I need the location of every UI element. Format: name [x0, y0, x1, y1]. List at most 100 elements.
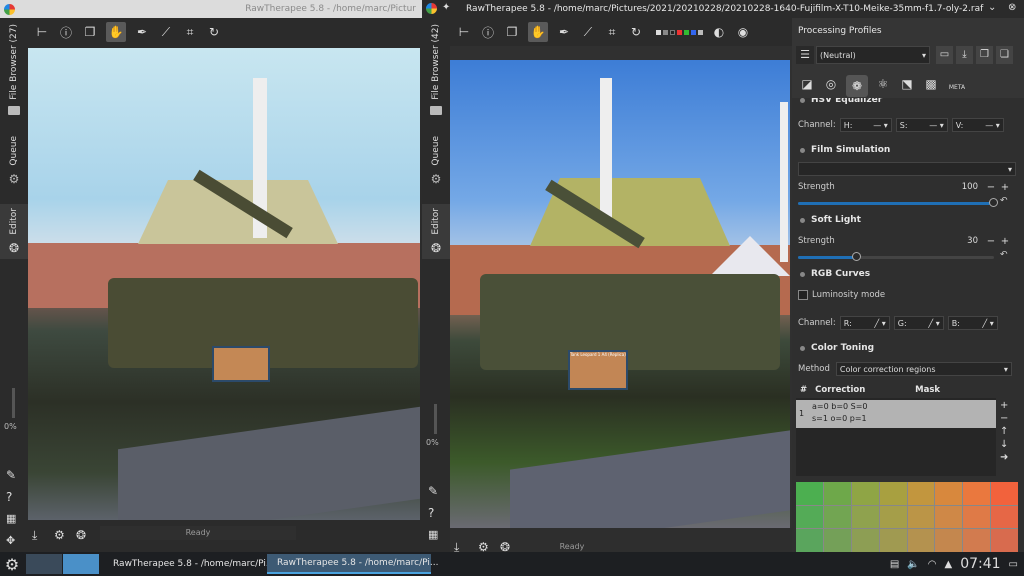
luminosity-checkbox[interactable] [798, 290, 808, 300]
grid-cell[interactable] [935, 482, 963, 505]
hide-panel-icon[interactable]: ⊢ [456, 24, 472, 40]
grid-cell[interactable] [935, 505, 963, 529]
transform-tab-icon[interactable]: ⬔ [898, 77, 916, 95]
hsv-v-curve[interactable]: V: — ▾ [951, 118, 1004, 132]
grid-cell[interactable] [851, 482, 879, 505]
clock[interactable]: 07:41 [960, 556, 1000, 572]
region-row-selected[interactable]: 1 a=0 b=0 S=0 s=1 o=0 p=1 [796, 400, 996, 428]
hsv-s-curve[interactable]: S: — ▾ [895, 118, 948, 132]
color-correction-grid[interactable] [796, 482, 1018, 552]
image-preview[interactable] [28, 48, 420, 520]
rotate-icon[interactable]: ↻ [628, 24, 644, 40]
reset-icon[interactable]: ↶ [1000, 250, 1008, 260]
grid-cell[interactable] [851, 505, 879, 529]
grid-cell[interactable] [823, 529, 851, 552]
film-simulation-header[interactable]: Film Simulation [796, 142, 890, 158]
show-desktop-icon[interactable]: ▭ [1009, 559, 1018, 570]
start-menu-icon[interactable]: ⚙ [0, 552, 24, 576]
wifi-icon[interactable]: ◠ [928, 559, 937, 570]
grid-cell[interactable] [796, 505, 823, 529]
grid-cell[interactable] [851, 529, 879, 552]
tab-editor[interactable]: Editor ❂ [422, 204, 450, 259]
hand-tool-icon[interactable]: ✋ [106, 22, 126, 42]
image-preview[interactable]: Tank Leopard 1 A4 (Replica) [450, 60, 790, 528]
profile-list-icon[interactable]: ☰ [796, 46, 814, 64]
tool-scroll-area[interactable]: HSV Equalizer Channel: H: — ▾ S: — ▾ V: — ▾… [792, 98, 1024, 552]
grid-cell[interactable] [935, 529, 963, 552]
grid-cell[interactable] [879, 482, 907, 505]
grid-cell[interactable] [823, 505, 851, 529]
before-after-icon[interactable]: ❐ [504, 24, 520, 40]
zoom-slider[interactable] [434, 404, 437, 434]
save-profile-icon[interactable]: ⤓ [956, 46, 973, 64]
grid-cell[interactable] [991, 529, 1018, 552]
move-icon[interactable]: ✥ [6, 534, 15, 547]
grid-cell[interactable] [879, 529, 907, 552]
detail-tab-icon[interactable]: ◎ [822, 77, 840, 95]
luminosity-mode-row[interactable]: Luminosity mode [798, 290, 885, 300]
tab-queue[interactable]: Queue ⚙ [0, 136, 28, 186]
before-after-icon[interactable]: ❐ [82, 24, 98, 40]
pin-icon[interactable]: ✎ [428, 484, 438, 498]
copy-region-icon[interactable]: ➜ [1000, 452, 1008, 463]
soft-light-strength-slider[interactable] [798, 252, 994, 262]
add-region-icon[interactable]: + [1000, 400, 1008, 411]
window-titlebar[interactable]: RawTherapee 5.8 - /home/marc/Pictures/20… [422, 0, 1024, 18]
taskbar-item-rawtherapee-1[interactable]: RawTherapee 5.8 - /home/marc/Pi... [103, 554, 274, 574]
grid-cell[interactable] [823, 482, 851, 505]
tab-queue[interactable]: Queue ⚙ [422, 136, 450, 186]
hsv-equalizer-header[interactable]: HSV Equalizer [796, 98, 882, 108]
meta-tab-icon[interactable]: META [946, 77, 968, 95]
straighten-icon[interactable]: ⟋ [158, 24, 174, 40]
pin-window-icon[interactable]: ✦ [442, 2, 450, 13]
volume-icon[interactable]: 🔈 [907, 559, 919, 570]
color-management-icon[interactable]: ◉ [735, 24, 751, 40]
crop-icon[interactable]: ⌗ [182, 24, 198, 40]
grid-icon[interactable]: ▦ [6, 512, 16, 525]
rotate-icon[interactable]: ↻ [206, 24, 222, 40]
remove-region-icon[interactable]: − [1000, 413, 1008, 424]
help-icon[interactable]: ? [428, 506, 434, 520]
grid-cell[interactable] [907, 505, 935, 529]
white-balance-picker-icon[interactable]: ✒ [556, 24, 572, 40]
tray-expand-icon[interactable]: ▲ [944, 559, 952, 570]
tab-file-browser[interactable]: File Browser (27) [0, 24, 28, 115]
desktop-pager-2[interactable] [63, 554, 99, 574]
info-icon[interactable]: ⓘ [58, 24, 74, 40]
color-tab-icon[interactable]: ❁ [846, 75, 868, 97]
desktop-pager-1[interactable] [26, 554, 62, 574]
white-balance-picker-icon[interactable]: ✒ [134, 24, 150, 40]
open-profile-icon[interactable]: ▭ [936, 46, 953, 64]
preview-mode-buttons[interactable] [656, 29, 703, 35]
taskbar-item-rawtherapee-2[interactable]: RawTherapee 5.8 - /home/marc/Pi... [267, 554, 438, 574]
film-profile-select[interactable]: ▾ [798, 162, 1016, 176]
color-toning-header[interactable]: Color Toning [796, 340, 874, 356]
rgb-g-curve[interactable]: G: ╱ ▾ [893, 316, 944, 330]
reset-icon[interactable]: ↶ [1000, 196, 1008, 206]
info-icon[interactable]: ⓘ [480, 24, 496, 40]
hsv-h-curve[interactable]: H: — ▾ [839, 118, 892, 132]
grid-cell[interactable] [907, 482, 935, 505]
hide-panel-icon[interactable]: ⊢ [34, 24, 50, 40]
focus-mask-icon[interactable]: ◐ [711, 24, 727, 40]
raw-tab-icon[interactable]: ▩ [922, 77, 940, 95]
crop-icon[interactable]: ⌗ [604, 24, 620, 40]
window-titlebar[interactable]: RawTherapee 5.8 - /home/marc/Pictur [0, 0, 422, 18]
pin-icon[interactable]: ✎ [6, 468, 16, 482]
profile-select[interactable]: (Neutral) ▾ [816, 46, 930, 64]
grid-cell[interactable] [796, 482, 823, 505]
move-down-icon[interactable]: ↓ [1000, 439, 1008, 450]
decrease-icon[interactable]: − [986, 236, 996, 247]
grid-cell[interactable] [991, 505, 1018, 529]
grid-cell[interactable] [963, 482, 991, 505]
rgb-r-curve[interactable]: R: ╱ ▾ [839, 316, 890, 330]
grid-cell[interactable] [879, 505, 907, 529]
grid-cell[interactable] [991, 482, 1018, 505]
film-strength-slider[interactable] [798, 198, 998, 208]
queue-icon[interactable]: ⚙ [54, 528, 65, 542]
help-icon[interactable]: ? [6, 490, 12, 504]
copy-profile-icon[interactable]: ❐ [976, 46, 993, 64]
toning-method-select[interactable]: Color correction regions ▾ [835, 362, 1012, 376]
grid-icon[interactable]: ▦ [428, 528, 438, 541]
tab-editor[interactable]: Editor ❂ [0, 204, 28, 259]
